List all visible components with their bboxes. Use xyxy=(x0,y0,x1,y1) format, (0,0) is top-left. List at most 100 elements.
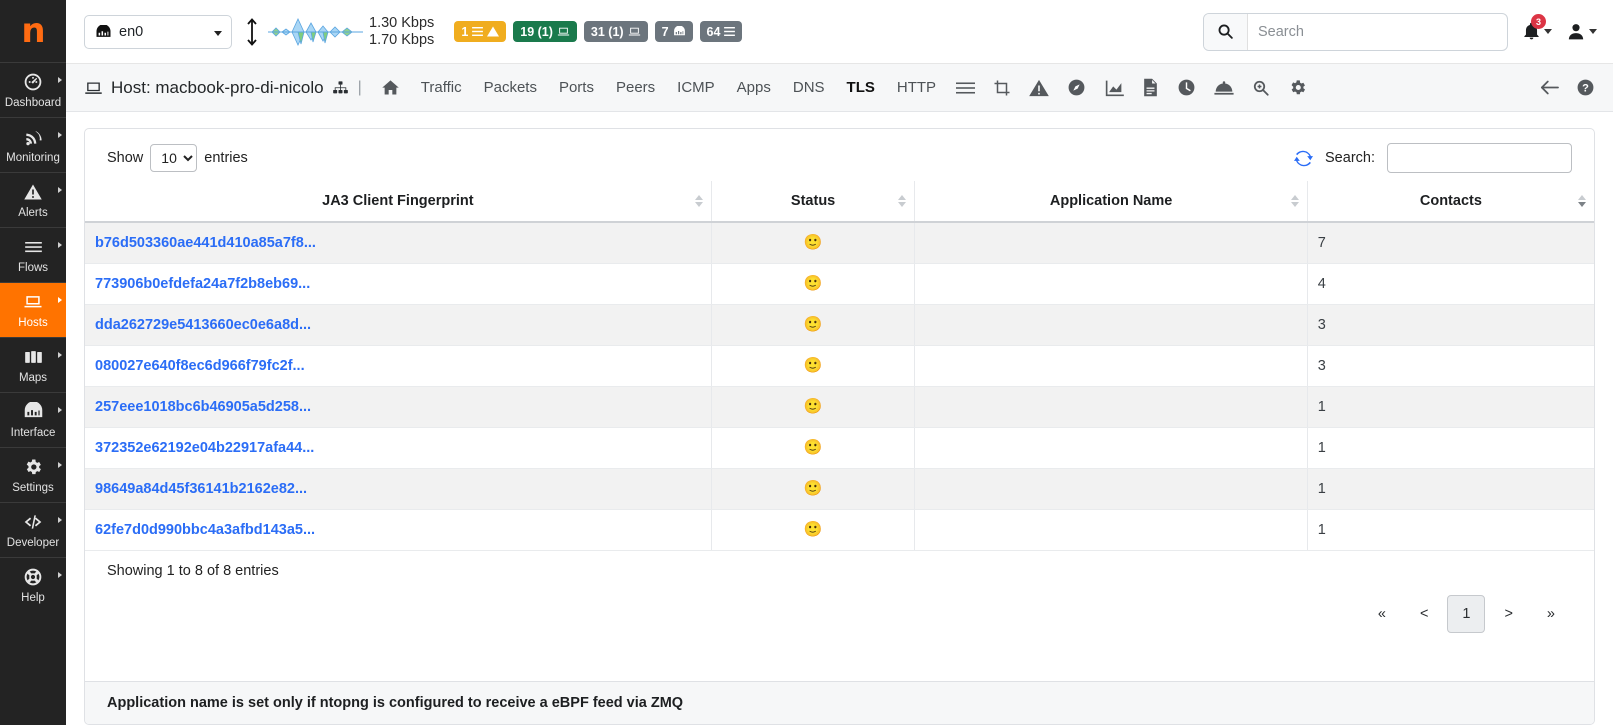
status-badge-hosts-total[interactable]: 31 (1) xyxy=(583,21,648,42)
crop-icon[interactable] xyxy=(984,79,1020,97)
tab-icmp[interactable]: ICMP xyxy=(666,78,726,98)
cell-ja3: dda262729e5413660ec0e6a8d... xyxy=(85,304,712,346)
tab-apps[interactable]: Apps xyxy=(726,78,782,98)
pagination-page-1[interactable]: 1 xyxy=(1447,594,1486,633)
gear-icon[interactable] xyxy=(1279,78,1316,97)
chart-area-icon[interactable] xyxy=(1095,79,1133,97)
pagination-last[interactable]: » xyxy=(1536,597,1566,631)
sidebar-item-developer[interactable]: Developer xyxy=(0,502,66,557)
top-bar-right: 3 xyxy=(1203,12,1597,51)
laptop-icon xyxy=(84,80,103,96)
pagination-previous[interactable]: < xyxy=(1409,597,1439,631)
table-row: dda262729e5413660ec0e6a8d... 🙂 3 xyxy=(85,304,1594,346)
dashboard-gauge-icon xyxy=(23,72,43,94)
table-search-input[interactable] xyxy=(1387,143,1572,173)
ja3-link[interactable]: 98649a84d45f36141b2162e82... xyxy=(95,481,307,497)
table-note: Application name is set only if ntopng i… xyxy=(85,681,1594,724)
tab-peers[interactable]: Peers xyxy=(605,78,666,98)
search-plus-icon[interactable] xyxy=(1243,79,1279,97)
file-report-icon[interactable] xyxy=(1133,78,1168,97)
warning-icon xyxy=(487,26,500,37)
sidebar-item-dashboard[interactable]: Dashboard xyxy=(0,62,66,117)
sidebar-item-interface[interactable]: Interface xyxy=(0,392,66,447)
tab-ports[interactable]: Ports xyxy=(548,78,605,98)
green-smiley-icon: 🙂 xyxy=(803,479,823,497)
refresh-icon[interactable] xyxy=(1294,149,1314,168)
status-badge-flows[interactable]: 64 xyxy=(699,21,743,42)
tab-traffic[interactable]: Traffic xyxy=(410,78,473,98)
ja3-link[interactable]: dda262729e5413660ec0e6a8d... xyxy=(95,317,311,333)
page-size-select[interactable]: 10 xyxy=(150,144,198,172)
pagination-first[interactable]: « xyxy=(1367,597,1397,631)
status-badge-alerts[interactable]: 1 xyxy=(454,21,507,42)
tab-packets[interactable]: Packets xyxy=(473,78,548,98)
interface-select[interactable]: en0 xyxy=(84,14,232,49)
sidebar-item-flows[interactable]: Flows xyxy=(0,227,66,282)
chevron-right-icon xyxy=(58,132,62,138)
clock-icon[interactable] xyxy=(1168,78,1205,97)
column-label: Status xyxy=(790,193,836,209)
chevron-right-icon xyxy=(58,407,62,413)
home-icon[interactable] xyxy=(371,78,410,97)
sidebar-item-hosts[interactable]: Hosts xyxy=(0,282,66,337)
status-badge-hosts-active[interactable]: 19 (1) xyxy=(513,21,577,42)
cell-contacts: 7 xyxy=(1307,222,1594,264)
ja3-link[interactable]: 773906b0efdefa24a7f2b8eb69... xyxy=(95,276,310,292)
column-header-ja3-client-fingerprint[interactable]: JA3 Client Fingerprint xyxy=(85,181,712,223)
sidebar-item-help[interactable]: Help xyxy=(0,557,66,612)
search-input[interactable] xyxy=(1248,13,1507,50)
table-row: 080027e640f8ec6d966f79fc2f... 🙂 3 xyxy=(85,345,1594,387)
tab-http[interactable]: HTTP xyxy=(886,78,947,98)
sidebar-item-settings[interactable]: Settings xyxy=(0,447,66,502)
column-header-application-name[interactable]: Application Name xyxy=(914,181,1308,223)
top-bar: en0 1.30 Kbps 1.70 Kbps 1 19 (1) 31 (1) … xyxy=(66,0,1613,64)
network-card-icon xyxy=(673,26,686,37)
tab-dns[interactable]: DNS xyxy=(782,78,836,98)
showing-entries-info: Showing 1 to 8 of 8 entries xyxy=(107,562,279,579)
status-badge-devices[interactable]: 7 xyxy=(654,21,693,42)
list-icon xyxy=(472,27,484,36)
laptop-icon xyxy=(557,26,570,37)
tab-tls[interactable]: TLS xyxy=(836,78,886,98)
question-circle-icon[interactable]: ? xyxy=(1576,78,1595,97)
sitemap-icon[interactable] xyxy=(332,80,349,96)
up-down-arrows-icon xyxy=(244,15,260,49)
column-header-status[interactable]: Status xyxy=(711,181,916,223)
chevron-right-icon xyxy=(58,242,62,248)
sidebar-item-alerts[interactable]: Alerts xyxy=(0,172,66,227)
pagination-next[interactable]: > xyxy=(1493,597,1523,631)
alert-triangle-icon[interactable] xyxy=(1020,79,1058,97)
nav-right-actions: ? xyxy=(1539,78,1595,97)
content-area: Show 10 entries Search: JA3 Client Finge… xyxy=(66,112,1613,725)
column-label: Application Name xyxy=(1049,193,1173,209)
hamburger-list-icon[interactable] xyxy=(947,80,984,96)
compass-icon[interactable] xyxy=(1058,78,1095,97)
ja3-link[interactable]: 080027e640f8ec6d966f79fc2f... xyxy=(95,358,305,374)
sidebar-item-maps[interactable]: Maps xyxy=(0,337,66,392)
cell-contacts: 1 xyxy=(1307,509,1594,551)
ja3-link[interactable]: 372352e62192e04b22917afa44... xyxy=(95,440,314,456)
ja3-link[interactable]: b76d503360ae441d410a85a7f8... xyxy=(95,235,316,251)
ja3-fingerprints-table: JA3 Client Fingerprint Status Applicatio… xyxy=(85,181,1594,551)
column-label: Contacts xyxy=(1419,193,1482,209)
user-menu-button[interactable] xyxy=(1566,21,1597,42)
table-row: 372352e62192e04b22917afa44... 🙂 1 xyxy=(85,427,1594,469)
sidebar-item-monitoring[interactable]: Monitoring xyxy=(0,117,66,172)
column-header-contacts[interactable]: Contacts xyxy=(1307,181,1594,223)
arrow-left-icon[interactable] xyxy=(1539,79,1560,96)
global-search[interactable] xyxy=(1203,12,1508,51)
ja3-link[interactable]: 62fe7d0d990bbc4a3afbd143a5... xyxy=(95,522,315,538)
svg-text:?: ? xyxy=(1582,82,1589,94)
cell-contacts: 1 xyxy=(1307,468,1594,510)
cell-application-name xyxy=(914,386,1308,428)
host-nav-bar: Host: macbook-pro-di-nicolo | Traffic Pa… xyxy=(66,64,1613,112)
chevron-right-icon xyxy=(58,517,62,523)
notifications-button[interactable]: 3 xyxy=(1522,14,1552,42)
chevron-right-icon xyxy=(58,77,62,83)
sort-arrows-icon xyxy=(1578,195,1586,207)
service-bell-icon[interactable] xyxy=(1205,79,1243,96)
nav-separator: | xyxy=(357,78,362,96)
ja3-link[interactable]: 257eee1018bc6b46905a5d258... xyxy=(95,399,311,415)
show-label: Show xyxy=(107,150,144,166)
ntopng-logo[interactable]: n xyxy=(0,0,66,62)
